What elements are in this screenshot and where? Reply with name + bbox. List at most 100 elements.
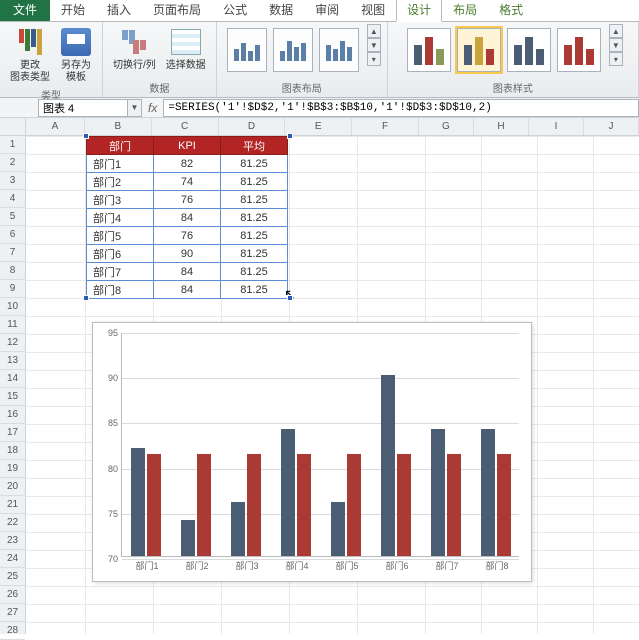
tab-数据[interactable]: 数据 — [258, 0, 304, 21]
row-header[interactable]: 17 — [0, 424, 25, 442]
tab-格式[interactable]: 格式 — [488, 0, 534, 21]
formula-bar[interactable] — [163, 99, 639, 117]
row-header[interactable]: 15 — [0, 388, 25, 406]
table-cell[interactable]: 81.25 — [221, 173, 288, 191]
bar[interactable] — [281, 429, 295, 556]
table-cell[interactable]: 84 — [154, 281, 221, 299]
tab-插入[interactable]: 插入 — [96, 0, 142, 21]
row-header[interactable]: 23 — [0, 532, 25, 550]
table-cell[interactable]: 部门4 — [87, 209, 154, 227]
row-header[interactable]: 24 — [0, 550, 25, 568]
table-cell[interactable]: 84 — [154, 209, 221, 227]
plot-area[interactable]: 707580859095部门1部门2部门3部门4部门5部门6部门7部门8 — [121, 333, 519, 557]
bar[interactable] — [331, 502, 345, 556]
style-option-3[interactable] — [507, 28, 551, 72]
table-cell[interactable]: 部门7 — [87, 263, 154, 281]
col-header[interactable]: B — [85, 118, 152, 135]
table-cell[interactable]: 部门6 — [87, 245, 154, 263]
row-header[interactable]: 26 — [0, 586, 25, 604]
col-header[interactable]: D — [219, 118, 286, 135]
tab-布局[interactable]: 布局 — [442, 0, 488, 21]
table-cell[interactable]: 82 — [154, 155, 221, 173]
selection-handle[interactable] — [83, 133, 89, 139]
row-header[interactable]: 7 — [0, 244, 25, 262]
table-cell[interactable]: 76 — [154, 191, 221, 209]
bar[interactable] — [497, 454, 511, 556]
row-header[interactable]: 27 — [0, 604, 25, 622]
tab-设计[interactable]: 设计 — [396, 0, 442, 22]
col-header[interactable]: C — [152, 118, 219, 135]
row-header[interactable]: 9 — [0, 280, 25, 298]
row-header[interactable]: 14 — [0, 370, 25, 388]
table-cell[interactable]: 部门1 — [87, 155, 154, 173]
row-header[interactable]: 8 — [0, 262, 25, 280]
selection-handle[interactable] — [83, 295, 89, 301]
table-cell[interactable]: 90 — [154, 245, 221, 263]
tab-公式[interactable]: 公式 — [212, 0, 258, 21]
row-header[interactable]: 12 — [0, 334, 25, 352]
row-header[interactable]: 5 — [0, 208, 25, 226]
row-header[interactable]: 22 — [0, 514, 25, 532]
style-option-2[interactable] — [457, 28, 501, 72]
style-down-button[interactable]: ▼ — [609, 38, 623, 52]
table-cell[interactable]: 部门2 — [87, 173, 154, 191]
layout-option-1[interactable] — [227, 28, 267, 72]
row-header[interactable]: 6 — [0, 226, 25, 244]
table-cell[interactable]: 81.25 — [221, 227, 288, 245]
tab-开始[interactable]: 开始 — [50, 0, 96, 21]
selection-handle[interactable] — [287, 133, 293, 139]
tab-视图[interactable]: 视图 — [350, 0, 396, 21]
bar[interactable] — [381, 375, 395, 556]
select-all-corner[interactable] — [0, 118, 25, 136]
bar[interactable] — [431, 429, 445, 556]
table-cell[interactable]: 部门3 — [87, 191, 154, 209]
cells[interactable]: 部门KPI平均部门18281.25部门27481.25部门37681.25部门4… — [26, 136, 639, 634]
layout-option-2[interactable] — [273, 28, 313, 72]
col-header[interactable]: F — [352, 118, 419, 135]
selection-handle[interactable] — [287, 295, 293, 301]
bar[interactable] — [481, 429, 495, 556]
style-gallery[interactable] — [403, 24, 605, 76]
embedded-chart[interactable]: 707580859095部门1部门2部门3部门4部门5部门6部门7部门8 — [92, 322, 532, 582]
col-header[interactable]: E — [285, 118, 352, 135]
gallery-up-button[interactable]: ▲ — [367, 24, 381, 38]
row-header[interactable]: 25 — [0, 568, 25, 586]
bar[interactable] — [147, 454, 161, 556]
name-box[interactable] — [38, 99, 128, 117]
table-cell[interactable]: 81.25 — [221, 155, 288, 173]
bar[interactable] — [131, 448, 145, 556]
gallery-down-button[interactable]: ▼ — [367, 38, 381, 52]
col-header[interactable]: G — [419, 118, 474, 135]
row-header[interactable]: 10 — [0, 298, 25, 316]
table-cell[interactable]: 84 — [154, 263, 221, 281]
style-option-4[interactable] — [557, 28, 601, 72]
col-header[interactable]: H — [474, 118, 529, 135]
col-header[interactable]: I — [529, 118, 584, 135]
bar[interactable] — [347, 454, 361, 556]
row-header[interactable]: 28 — [0, 622, 25, 640]
tab-file[interactable]: 文件 — [0, 0, 50, 21]
col-header[interactable]: J — [584, 118, 639, 135]
tab-页面布局[interactable]: 页面布局 — [142, 0, 212, 21]
table-cell[interactable]: 76 — [154, 227, 221, 245]
table-cell[interactable]: 81.25 — [221, 191, 288, 209]
tab-审阅[interactable]: 审阅 — [304, 0, 350, 21]
bar[interactable] — [447, 454, 461, 556]
row-header[interactable]: 3 — [0, 172, 25, 190]
layout-option-3[interactable] — [319, 28, 359, 72]
bar[interactable] — [397, 454, 411, 556]
name-box-dropdown[interactable]: ▼ — [128, 99, 142, 117]
row-header[interactable]: 18 — [0, 442, 25, 460]
row-header[interactable]: 21 — [0, 496, 25, 514]
table-cell[interactable]: 81.25 — [221, 245, 288, 263]
style-more-button[interactable]: ▾ — [609, 52, 623, 66]
table-cell[interactable]: 部门5 — [87, 227, 154, 245]
row-header[interactable]: 1 — [0, 136, 25, 154]
bar[interactable] — [297, 454, 311, 556]
table-cell[interactable]: 部门8 — [87, 281, 154, 299]
row-header[interactable]: 19 — [0, 460, 25, 478]
row-header[interactable]: 20 — [0, 478, 25, 496]
row-header[interactable]: 2 — [0, 154, 25, 172]
bar[interactable] — [197, 454, 211, 556]
style-option-1[interactable] — [407, 28, 451, 72]
